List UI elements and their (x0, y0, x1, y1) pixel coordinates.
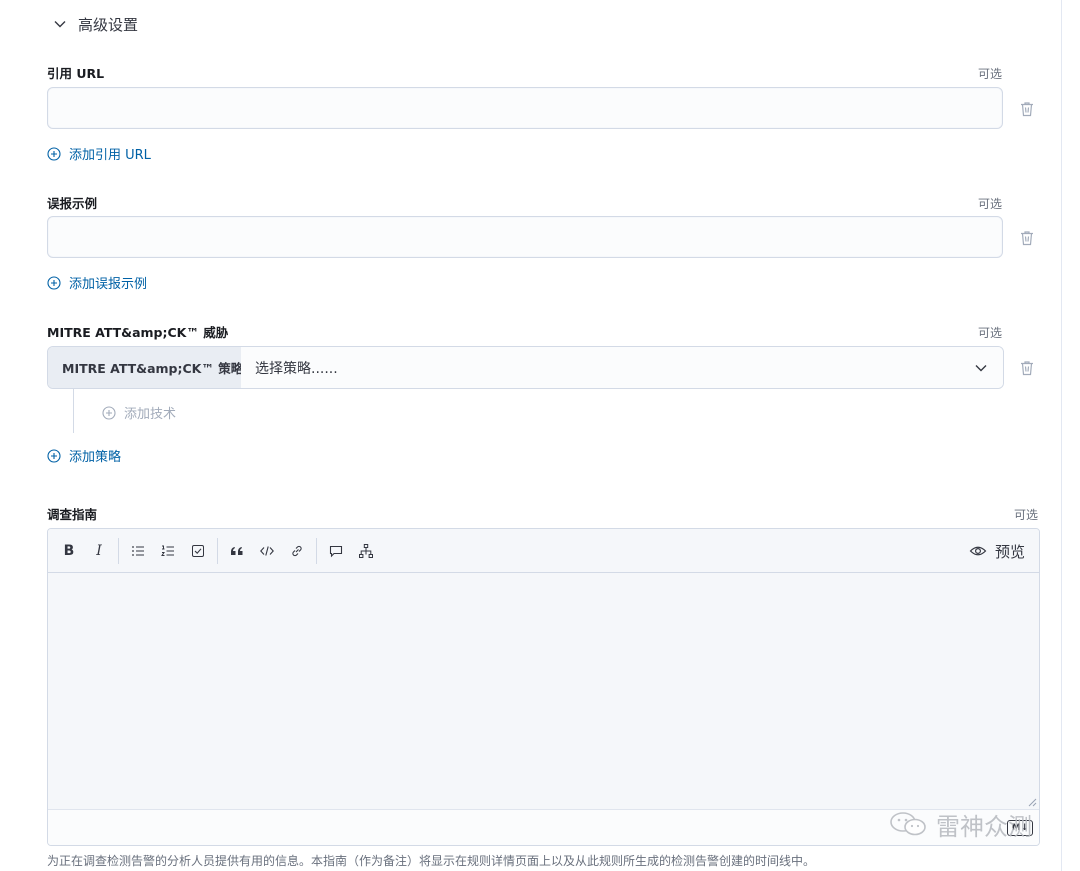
add-reference-url-button[interactable]: 添加引用 URL (47, 144, 151, 163)
mitre-tactic-select[interactable]: 选择策略...... (241, 347, 1003, 388)
plus-circle-icon (47, 146, 61, 161)
reference-url-optional: 可选 (978, 67, 1003, 81)
add-tactic-label: 添加策略 (69, 450, 122, 465)
delete-false-positive-button[interactable] (1016, 227, 1038, 249)
chevron-down-icon (975, 364, 987, 371)
investigation-optional: 可选 (1014, 508, 1039, 522)
add-technique-button[interactable]: 添加技术 (102, 403, 176, 422)
mitre-tactic-row: MITRE ATT&amp;CK™ 策略 选择策略...... (47, 346, 1004, 389)
trash-icon (1021, 231, 1033, 246)
bold-icon: B (63, 542, 75, 559)
plus-circle-icon (47, 275, 61, 290)
markdown-editor: B I 预览 M↓ (47, 528, 1040, 846)
watermark-text: 雷神众测 (936, 812, 1032, 841)
task-list-button[interactable] (183, 536, 213, 566)
add-tactic-button[interactable]: 添加策略 (47, 446, 121, 465)
toolbar-separator (316, 537, 317, 564)
reference-url-label: 引用 URL (47, 66, 105, 81)
mitre-tactic-placeholder: 选择策略...... (255, 360, 338, 377)
watermark: 雷神众测 (888, 806, 1032, 842)
numbered-list-button[interactable] (153, 536, 183, 566)
delete-mitre-tactic-button[interactable] (1016, 357, 1038, 379)
bold-button[interactable]: B (54, 536, 84, 566)
bullet-list-button[interactable] (123, 536, 153, 566)
add-reference-url-label: 添加引用 URL (69, 148, 151, 163)
scrollbar-track[interactable] (1061, 0, 1062, 871)
add-false-positive-label: 添加误报示例 (69, 277, 148, 292)
add-technique-label: 添加技术 (124, 407, 177, 422)
quote-button[interactable] (222, 536, 252, 566)
trash-icon (1021, 102, 1033, 117)
tree-icon (359, 543, 374, 558)
toolbar-separator (118, 537, 119, 564)
tree-button[interactable] (351, 536, 381, 566)
add-false-positive-button[interactable]: 添加误报示例 (47, 273, 147, 292)
link-button[interactable] (282, 536, 312, 566)
false-positive-label: 误报示例 (47, 196, 98, 211)
false-positive-optional: 可选 (978, 197, 1003, 211)
code-icon (260, 545, 274, 556)
investigation-guide-label: 调查指南 (47, 507, 98, 522)
eye-icon (969, 546, 987, 556)
trash-icon (1021, 361, 1033, 376)
comment-button[interactable] (321, 536, 351, 566)
comment-icon (329, 545, 343, 557)
false-positive-input[interactable] (47, 216, 1003, 258)
advanced-settings-title: 高级设置 (78, 15, 139, 34)
editor-textarea[interactable] (48, 573, 1039, 810)
delete-reference-url-button[interactable] (1016, 98, 1038, 120)
investigation-help-text: 为正在调查检测告警的分析人员提供有用的信息。本指南（作为备注）将显示在规则详情页… (47, 854, 816, 868)
numbered-list-icon (161, 545, 174, 556)
code-button[interactable] (252, 536, 282, 566)
italic-icon: I (96, 542, 102, 559)
preview-label: 预览 (994, 542, 1025, 561)
wechat-icon (890, 812, 926, 836)
quote-icon (231, 546, 243, 555)
plus-circle-icon (102, 405, 116, 420)
mitre-optional: 可选 (978, 326, 1003, 340)
technique-branch-line (73, 389, 74, 433)
chevron-down-icon (54, 21, 66, 28)
bullet-list-icon (132, 545, 144, 556)
toolbar-separator (217, 537, 218, 564)
mitre-tactic-prepend: MITRE ATT&amp;CK™ 策略 (48, 347, 243, 388)
mitre-threats-label: MITRE ATT&amp;CK™ 威胁 (47, 325, 229, 340)
plus-circle-icon (47, 448, 61, 463)
reference-url-input[interactable] (47, 87, 1003, 129)
italic-button[interactable]: I (84, 536, 114, 566)
advanced-settings-toggle[interactable]: 高级设置 (52, 12, 138, 36)
preview-button[interactable]: 预览 (969, 529, 1025, 573)
link-icon (292, 545, 302, 556)
task-list-icon (192, 544, 204, 557)
editor-toolbar: B I 预览 (48, 529, 1039, 573)
